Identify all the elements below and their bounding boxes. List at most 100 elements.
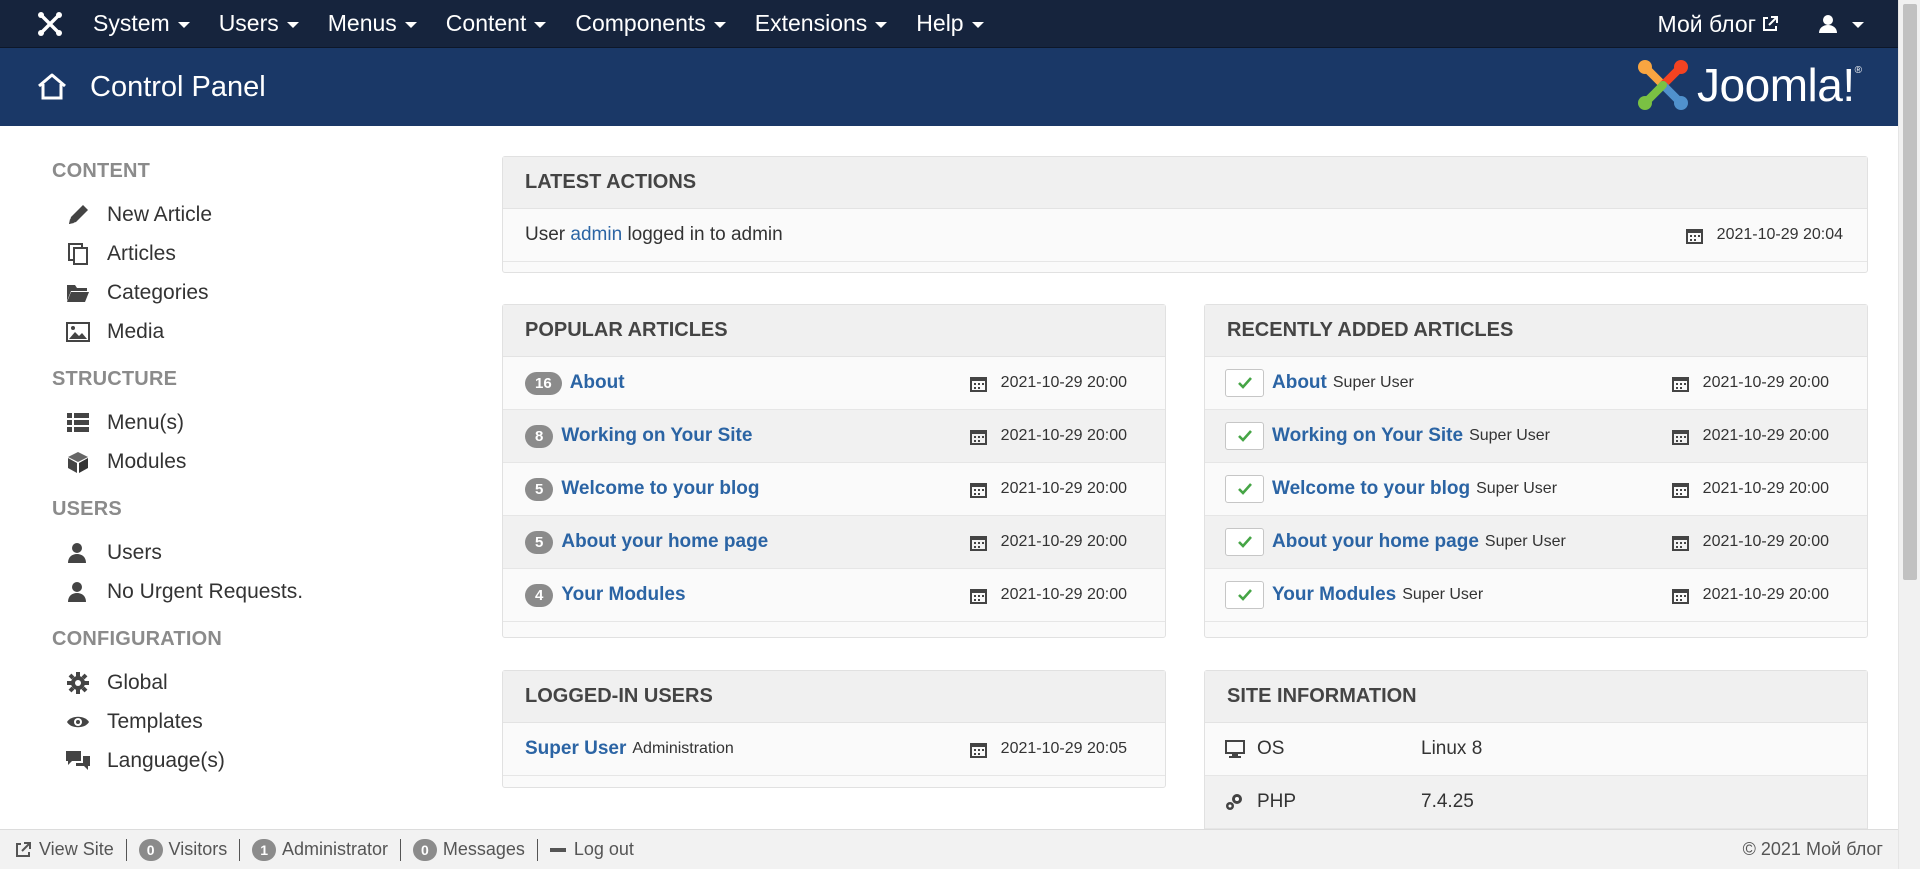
sidebar-item-label: Modules [107,449,187,473]
popular-article-row: 4 Your Modules 2021-10-29 20:00 [503,569,1165,622]
article-title-link[interactable]: Your Modules [561,584,685,606]
panel-heading: POPULAR ARTICLES [503,305,1165,357]
view-site-link[interactable]: View Site [0,839,126,860]
joomla-brand-icon [1638,60,1689,110]
article-title-link[interactable]: About your home page [1272,531,1479,553]
sidebar-item-global[interactable]: Global [52,663,432,702]
sidebar-item-articles[interactable]: Articles [52,234,432,273]
recent-article-row: Welcome to your blog Super User 2021-10-29… [1205,463,1867,516]
caret-down-icon [177,21,190,28]
nav-right: Мой блог [1658,0,1864,48]
comments-icon [65,748,91,774]
published-toggle-button[interactable] [1225,422,1264,450]
article-title-link[interactable]: About [570,372,625,394]
article-title-link[interactable]: Your Modules [1272,584,1396,606]
sidebar-item-label: Users [107,540,162,564]
published-toggle-button[interactable] [1225,369,1264,397]
popular-article-row: 5 About your home page 2021-10-29 20:00 [503,516,1165,569]
visitors-link[interactable]: 0 Visitors [127,838,239,861]
article-title-link[interactable]: Welcome to your blog [561,478,759,500]
scrollbar-thumb[interactable] [1903,4,1917,580]
sidebar-item-templates[interactable]: Templates [52,702,432,741]
menu-extensions[interactable]: Extensions [755,10,888,37]
article-date: 2021-10-29 20:00 [1671,480,1829,498]
panel-heading: SITE INFORMATION [1205,671,1867,723]
cog-icon [65,670,91,696]
top-navbar: System Users Menus Content Components Ex… [0,0,1898,48]
menu-users[interactable]: Users [219,10,299,37]
messages-link[interactable]: 0 Messages [401,838,537,861]
vertical-scrollbar[interactable] [1898,0,1920,869]
action-suffix: logged in to admin [627,224,783,245]
sidebar-item-languages[interactable]: Language(s) [52,741,432,780]
site-link[interactable]: Мой блог [1658,11,1778,38]
published-toggle-button[interactable] [1225,528,1264,556]
visitors-count-badge: 0 [138,838,163,861]
image-icon [65,319,91,345]
check-icon [1237,589,1252,601]
list-item: User admin logged in to admin 2021-10-29… [503,209,1867,262]
sidebar-item-categories[interactable]: Categories [52,273,432,312]
menu-components-label: Components [575,10,706,36]
logout-link[interactable]: Log out [538,839,646,860]
sidebar-item-requests[interactable]: No Urgent Requests. [52,572,432,611]
user-menu[interactable] [1818,14,1864,34]
sidebar-item-label: New Article [107,202,213,226]
page-header: Control Panel Joomla! ® [0,48,1898,126]
menu-menus[interactable]: Menus [328,10,417,37]
sidebar: CONTENT New Article Articles Categories … [52,160,432,797]
sidebar-group-content: CONTENT New Article Articles Categories … [52,160,432,351]
user-name-link[interactable]: Super User [525,738,626,760]
calendar-icon [969,535,987,551]
sidebar-group-structure: STRUCTURE Menu(s) Modules [52,368,432,481]
sidebar-item-users[interactable]: Users [52,533,432,572]
cube-icon [65,449,91,475]
sidebar-item-new-article[interactable]: New Article [52,195,432,234]
pencil-icon [65,202,91,228]
menu-content[interactable]: Content [446,10,547,37]
recent-article-row: Working on Your Site Super User 2021-10-29… [1205,410,1867,463]
sidebar-item-modules[interactable]: Modules [52,442,432,481]
hits-badge: 5 [525,530,554,554]
joomla-logo-icon[interactable] [33,7,67,41]
menu-system[interactable]: System [93,10,190,37]
menu-components[interactable]: Components [575,10,726,37]
article-title-link[interactable]: Working on Your Site [561,425,752,447]
popular-article-row: 5 Welcome to your blog 2021-10-29 20:00 [503,463,1165,516]
desktop-icon [1225,740,1245,758]
published-toggle-button[interactable] [1225,581,1264,609]
administrators-link[interactable]: 1 Administrator [240,838,400,861]
visitors-label: Visitors [168,839,228,859]
date-text: 2021-10-29 20:00 [1000,586,1127,603]
article-title-link[interactable]: About your home page [561,531,768,553]
article-author: Super User [1402,586,1484,603]
menu-help[interactable]: Help [916,10,984,37]
article-title-link[interactable]: Working on Your Site [1272,425,1463,447]
article-date: 2021-10-29 20:00 [969,374,1127,392]
popular-articles-panel: POPULAR ARTICLES 16 About 2021-10-29 20:00… [502,304,1166,638]
sidebar-item-label: No Urgent Requests. [107,579,304,603]
recent-article-row: About Super User 2021-10-29 20:00 [1205,357,1867,410]
sidebar-item-media[interactable]: Media [52,312,432,351]
action-user-link[interactable]: admin [570,224,622,245]
latest-actions-panel: LATEST ACTIONS User admin logged in to a… [502,156,1868,273]
calendar-icon [969,376,987,392]
hits-badge: 8 [525,424,554,448]
menu-system-label: System [93,10,170,36]
site-name: Мой блог [1657,10,1756,37]
article-title-link[interactable]: Welcome to your blog [1272,478,1470,500]
caret-down-icon [404,21,417,28]
list-icon [65,410,91,436]
menu-content-label: Content [445,10,527,36]
date-text: 2021-10-29 20:04 [1716,226,1843,243]
published-toggle-button[interactable] [1225,475,1264,503]
article-title-link[interactable]: About [1272,372,1327,394]
info-value: 7.4.25 [1421,791,1474,812]
folder-open-icon [65,280,91,306]
info-row-php: PHP 7.4.25 [1205,776,1867,829]
login-date: 2021-10-29 20:05 [969,740,1127,758]
joomla-brand-logo: Joomla! ® [1635,57,1862,113]
admins-label: Administrator [282,839,389,859]
sidebar-item-menus[interactable]: Menu(s) [52,403,432,442]
home-icon [36,71,68,103]
